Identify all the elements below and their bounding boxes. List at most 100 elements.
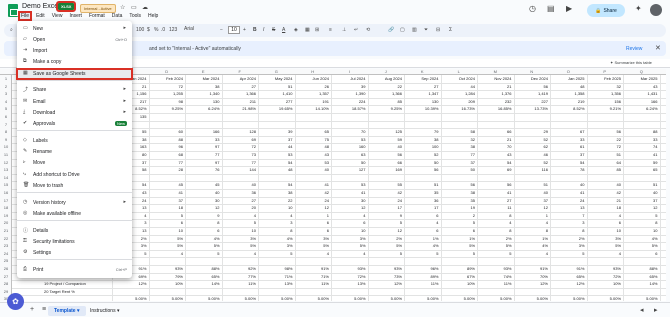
table-cell[interactable]: 3 (258, 220, 292, 225)
table-cell[interactable]: 13% (258, 281, 292, 286)
table-cell[interactable]: 10 (149, 228, 183, 233)
table-cell[interactable]: 5% (331, 243, 366, 248)
table-cell[interactable]: 72 (587, 144, 621, 149)
table-cell[interactable]: 8 (477, 228, 511, 233)
link-icon[interactable]: 🔗 (388, 27, 394, 33)
row-header[interactable]: 7 (0, 122, 12, 127)
row-header[interactable]: 24 (0, 251, 12, 256)
table-cell[interactable]: 92% (222, 266, 256, 271)
table-cell[interactable]: 68 (149, 152, 183, 157)
move-folder-icon[interactable]: ▭ (131, 4, 137, 11)
table-cell[interactable]: 65% (185, 274, 219, 279)
table-cell[interactable]: 5 (222, 220, 256, 225)
table-cell[interactable]: 1% (441, 236, 475, 241)
table-cell[interactable]: 48 (258, 167, 292, 172)
menu-item-add-shortcut-to-drive[interactable]: ⤷ Add shortcut to Drive (17, 170, 132, 180)
table-cell[interactable]: 14.10% (295, 106, 329, 111)
table-cell[interactable]: 4 (514, 220, 548, 225)
table-cell[interactable]: 27 (404, 84, 438, 89)
table-cell[interactable]: 89% (404, 274, 438, 279)
decrease-font-icon[interactable]: − (220, 27, 223, 33)
table-cell[interactable]: 4% (514, 243, 548, 248)
table-cell[interactable]: 3% (258, 243, 293, 248)
table-cell[interactable]: 41 (623, 152, 657, 157)
table-cell[interactable]: 39 (258, 129, 292, 134)
table-cell[interactable]: 20 (222, 205, 256, 210)
menu-format[interactable]: Format (88, 13, 106, 19)
table-cell[interactable]: 1,356 (587, 91, 621, 96)
table-cell[interactable]: 51 (623, 182, 657, 187)
table-cell[interactable]: 98% (258, 266, 292, 271)
table-cell[interactable]: 89% (441, 266, 475, 271)
row-header[interactable]: 14 (0, 175, 12, 180)
table-cell[interactable]: 59 (368, 137, 402, 142)
table-cell[interactable]: 27 (222, 198, 256, 203)
table-cell[interactable]: 88% (623, 266, 657, 271)
table-cell[interactable]: 52 (514, 160, 548, 165)
table-cell[interactable]: 5% (149, 243, 183, 248)
row-header[interactable]: 8 (0, 129, 12, 134)
decrease-decimal[interactable]: .0 (161, 27, 165, 33)
row-header[interactable]: 4 (0, 99, 12, 104)
table-cell[interactable]: 91% (295, 266, 329, 271)
table-cell[interactable]: 22 (368, 84, 402, 89)
table-cell[interactable]: 9.25% (368, 106, 402, 111)
table-cell[interactable]: 38 (258, 190, 292, 195)
table-cell[interactable]: 77% (222, 274, 256, 279)
table-cell[interactable]: 1% (514, 236, 548, 241)
table-cell[interactable]: 5 (441, 220, 475, 225)
table-cell[interactable]: 18 (149, 205, 183, 210)
menu-view[interactable]: View (51, 13, 64, 19)
table-cell[interactable]: 9.25% (149, 106, 183, 111)
table-cell[interactable]: 96% (404, 266, 438, 271)
gemini-icon[interactable]: ✦ (635, 4, 642, 13)
table-cell[interactable]: 48 (295, 144, 329, 149)
row-header[interactable]: 17 (0, 198, 12, 203)
rotate-icon[interactable]: ⟲ (366, 27, 370, 33)
table-cell[interactable]: 73 (222, 152, 256, 157)
table-cell[interactable]: 5 (368, 251, 402, 256)
table-cell[interactable]: 36 (404, 198, 438, 203)
table-cell[interactable]: 63 (331, 152, 365, 157)
table-cell[interactable]: 42 (587, 190, 621, 195)
column-header[interactable]: N (514, 69, 551, 74)
table-cell[interactable]: 6 (295, 228, 329, 233)
bold-icon[interactable]: B (253, 27, 257, 33)
column-header[interactable]: D (149, 69, 186, 74)
column-header[interactable]: K (404, 69, 441, 74)
table-cell[interactable]: 10% (441, 281, 475, 286)
comments-icon[interactable]: ▤ (547, 4, 555, 13)
table-cell[interactable]: 166 (623, 99, 658, 104)
table-cell[interactable]: 43 (295, 152, 329, 157)
table-cell[interactable]: 74% (477, 274, 511, 279)
table-cell[interactable]: 56 (404, 167, 438, 172)
valign-icon[interactable]: ⊥ (342, 27, 346, 33)
table-cell[interactable]: 77 (441, 152, 475, 157)
table-cell[interactable]: 24 (368, 198, 402, 203)
format-percent[interactable]: % (154, 27, 158, 33)
row-header[interactable]: 23 (0, 243, 12, 248)
table-cell[interactable]: 77 (222, 160, 256, 165)
table-cell[interactable]: 12 (514, 205, 548, 210)
table-cell[interactable]: 56 (368, 152, 402, 157)
table-cell[interactable]: 77 (149, 160, 183, 165)
table-cell[interactable]: 10% (149, 281, 183, 286)
menu-item-move[interactable]: ▹ Move (17, 158, 132, 168)
table-cell[interactable]: 65 (623, 167, 657, 172)
table-cell[interactable]: 5.00% (587, 296, 621, 301)
table-cell[interactable]: 41 (295, 182, 329, 187)
table-cell[interactable]: 6.24% (185, 106, 219, 111)
table-cell[interactable]: 96 (149, 144, 183, 149)
table-cell[interactable]: 19 (441, 205, 475, 210)
column-header[interactable]: G (258, 69, 295, 74)
table-cell[interactable]: 8 (185, 220, 219, 225)
table-cell[interactable]: 30 (331, 198, 365, 203)
table-cell[interactable]: 44 (258, 144, 292, 149)
table-cell[interactable]: 1 (295, 213, 329, 218)
table-cell[interactable]: 32 (441, 137, 475, 142)
table-cell[interactable]: 16.73% (441, 106, 475, 111)
column-header[interactable]: P (587, 69, 624, 74)
table-cell[interactable]: 5 (441, 251, 475, 256)
table-cell[interactable]: 11% (222, 281, 256, 286)
table-cell[interactable]: 160 (331, 144, 366, 149)
